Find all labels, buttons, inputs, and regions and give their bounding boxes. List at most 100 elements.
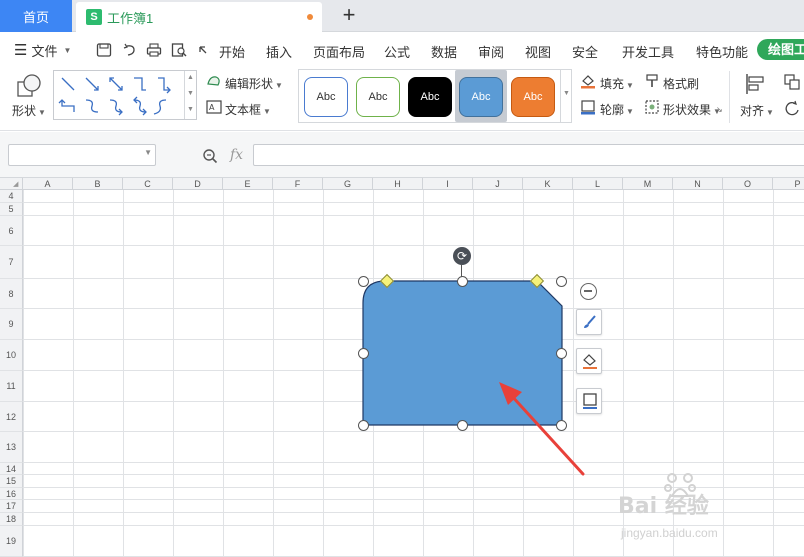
collapse-toolbar-button[interactable]	[580, 283, 597, 300]
name-box[interactable]: ▼	[8, 144, 156, 166]
shape-style-side-button[interactable]	[576, 309, 602, 335]
style-swatch-2[interactable]: Abc	[356, 77, 400, 117]
rotate-handle-icon[interactable]: ⟳	[453, 247, 471, 265]
style-swatch-5[interactable]: Abc	[511, 77, 555, 117]
print-preview-icon[interactable]	[171, 43, 187, 57]
fill-bucket-icon	[581, 75, 595, 89]
tab-home[interactable]: 首页	[0, 0, 72, 32]
menu-item-data[interactable]: 数据	[431, 42, 457, 61]
rotate-icon[interactable]	[784, 100, 800, 116]
menu-item-review[interactable]: 审阅	[478, 42, 504, 61]
resize-handle-bottom-left[interactable]	[358, 420, 369, 431]
column-header-j[interactable]: J	[473, 178, 523, 190]
row-header-15[interactable]: 15	[0, 475, 23, 488]
row-header-18[interactable]: 18	[0, 513, 23, 526]
column-header-p[interactable]: P	[773, 178, 804, 190]
row-header-12[interactable]: 12	[0, 402, 23, 432]
shape-effects-button[interactable]: 形状效果 ▼	[663, 101, 721, 118]
text-box-button[interactable]: 文本框 ▼	[225, 101, 271, 118]
row-header-14[interactable]: 14	[0, 463, 23, 475]
style-swatch-4[interactable]: Abc	[459, 77, 503, 117]
chevron-down-icon: ▼	[766, 108, 774, 117]
column-header-i[interactable]: I	[423, 178, 473, 190]
text-box-icon: A	[206, 100, 222, 114]
row-header-8[interactable]: 8	[0, 279, 23, 309]
row-header-19[interactable]: 19	[0, 526, 23, 557]
outline-button[interactable]: 轮廓 ▼	[600, 101, 634, 118]
row-header-10[interactable]: 10	[0, 340, 23, 371]
format-painter-button[interactable]: 格式刷	[663, 75, 699, 92]
text-box-label: 文本框	[225, 103, 262, 117]
column-header-a[interactable]: A	[23, 178, 73, 190]
row-header-6[interactable]: 6	[0, 216, 23, 246]
save-icon[interactable]	[96, 43, 112, 57]
column-header-e[interactable]: E	[223, 178, 273, 190]
scroll-up-icon[interactable]: ▲	[187, 74, 194, 81]
outline-icon	[581, 100, 595, 115]
row-header-7[interactable]: 7	[0, 246, 23, 279]
column-header-o[interactable]: O	[723, 178, 773, 190]
print-icon[interactable]	[146, 43, 162, 57]
formula-input[interactable]	[253, 144, 804, 166]
menu-item-formula[interactable]: 公式	[384, 42, 410, 61]
menu-item-insert[interactable]: 插入	[266, 42, 292, 61]
align-button[interactable]: 对齐 ▼	[740, 102, 774, 119]
watermark-url: jingyan.baidu.com	[621, 526, 718, 540]
row-header-13[interactable]: 13	[0, 432, 23, 463]
select-all-corner[interactable]: ◢	[0, 178, 23, 190]
line-shape-gallery[interactable]: ▲ ▼ ▼	[53, 70, 197, 120]
zoom-icon[interactable]	[202, 148, 218, 164]
column-header-k[interactable]: K	[523, 178, 573, 190]
column-header-n[interactable]: N	[673, 178, 723, 190]
row-header-16[interactable]: 16	[0, 488, 23, 500]
menu-item-view[interactable]: 视图	[525, 42, 551, 61]
group-icon[interactable]	[783, 73, 801, 91]
menu-item-drawing-tools[interactable]: 绘图工	[757, 39, 804, 60]
column-header-m[interactable]: M	[623, 178, 673, 190]
resize-handle-left[interactable]	[358, 348, 369, 359]
style-swatch-1[interactable]: Abc	[304, 77, 348, 117]
fill-button[interactable]: 填充 ▼	[600, 75, 634, 92]
style-swatch-label: Abc	[368, 91, 388, 103]
column-header-h[interactable]: H	[373, 178, 423, 190]
column-header-f[interactable]: F	[273, 178, 323, 190]
row-header-11[interactable]: 11	[0, 371, 23, 402]
gallery-scrollbar[interactable]: ▲ ▼ ▼	[184, 71, 196, 119]
new-tab-button[interactable]: +	[338, 4, 360, 26]
file-menu[interactable]: ☰ 文件 ▼	[14, 41, 71, 60]
menu-item-security[interactable]: 安全	[572, 42, 598, 61]
resize-handle-top-left[interactable]	[358, 276, 369, 287]
style-gallery-scroll[interactable]: ▼	[560, 70, 572, 122]
row-header-9[interactable]: 9	[0, 309, 23, 340]
menu-item-home[interactable]: 开始	[219, 42, 245, 61]
menu-item-developer[interactable]: 开发工具	[622, 42, 674, 61]
shape-button[interactable]: 形状 ▼	[12, 102, 46, 119]
tab-workbook[interactable]: S 工作簿1	[76, 2, 322, 32]
menu-item-page-layout[interactable]: 页面布局	[313, 42, 365, 61]
row-header-17[interactable]: 17	[0, 500, 23, 513]
row-header-4[interactable]: 4	[0, 190, 23, 203]
expand-gallery-icon[interactable]: ▼	[187, 106, 194, 113]
edit-shape-button[interactable]: 编辑形状 ▼	[225, 75, 283, 92]
resize-handle-top-right[interactable]	[556, 276, 567, 287]
style-swatch-label: Abc	[523, 91, 543, 103]
column-header-g[interactable]: G	[323, 178, 373, 190]
resize-handle-right[interactable]	[556, 348, 567, 359]
style-swatch-3[interactable]: Abc	[408, 77, 452, 117]
column-header-d[interactable]: D	[173, 178, 223, 190]
redo-arrow-icon[interactable]	[196, 43, 212, 57]
shapes-icon[interactable]	[16, 73, 42, 99]
ribbon-launcher-icon[interactable]: ↘	[716, 105, 723, 114]
scroll-down-icon[interactable]: ▼	[187, 90, 194, 97]
menu-item-special[interactable]: 特色功能	[696, 42, 748, 61]
expand-gallery-icon[interactable]: ▼	[563, 90, 570, 97]
row-header-5[interactable]: 5	[0, 203, 23, 216]
undo-icon[interactable]	[122, 43, 138, 57]
column-header-b[interactable]: B	[73, 178, 123, 190]
resize-handle-bottom[interactable]	[457, 420, 468, 431]
column-header-l[interactable]: L	[573, 178, 623, 190]
resize-handle-top[interactable]	[457, 276, 468, 287]
fx-label[interactable]: fx	[230, 147, 243, 163]
style-swatch-label: Abc	[316, 91, 336, 103]
column-header-c[interactable]: C	[123, 178, 173, 190]
